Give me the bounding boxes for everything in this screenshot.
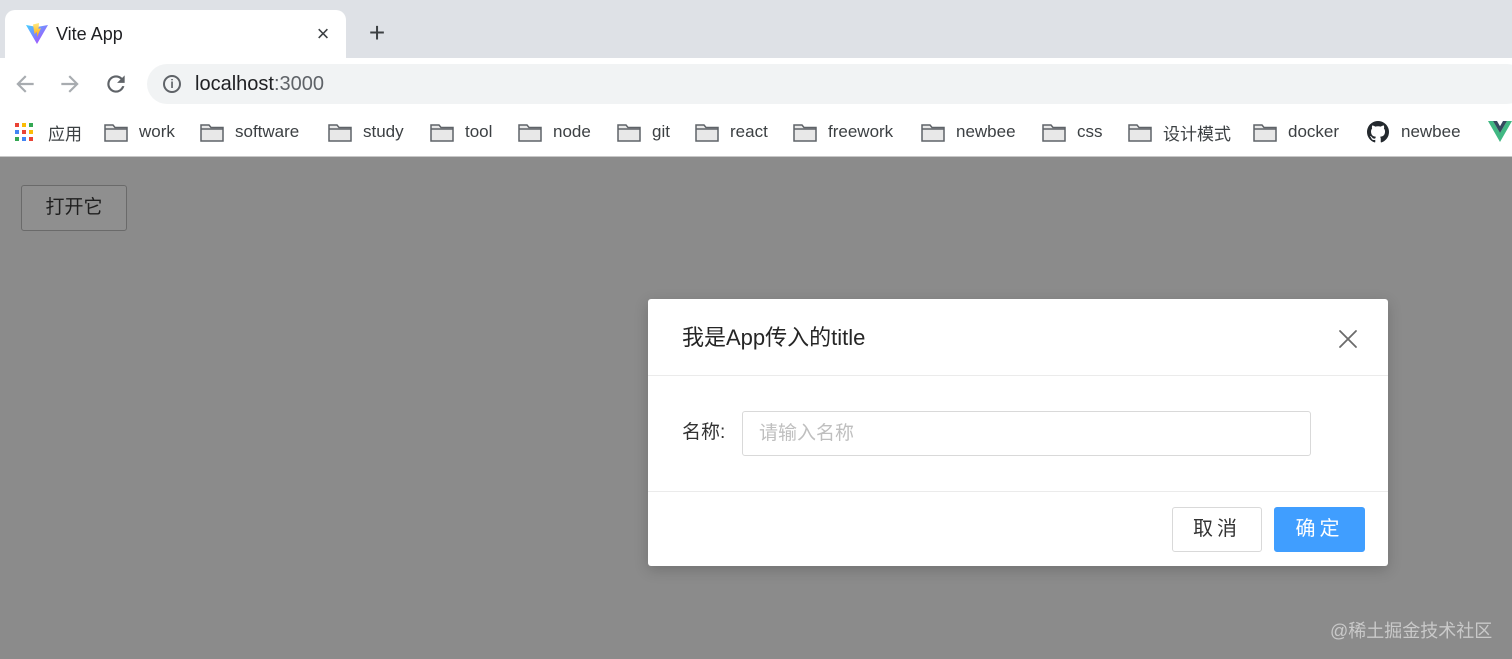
bookmark-label: docker xyxy=(1288,122,1340,141)
forward-arrow-icon[interactable] xyxy=(57,71,83,97)
bookmark-label: software xyxy=(235,122,300,141)
bookmark-folder-tool[interactable]: tool xyxy=(430,108,492,156)
tab-strip: Vite App × + xyxy=(0,0,1512,58)
modal-dialog: 我是App传入的title 名称: 取消 确定 xyxy=(648,299,1388,566)
back-arrow-icon[interactable] xyxy=(12,71,38,97)
browser-tab[interactable]: Vite App × xyxy=(5,10,346,58)
folder-icon xyxy=(1042,123,1066,142)
bookmark-folder-work[interactable]: work xyxy=(104,108,175,156)
modal-footer: 取消 确定 xyxy=(648,491,1388,566)
bookmark-label: tool xyxy=(465,122,493,141)
github-icon xyxy=(1367,121,1389,143)
name-input[interactable] xyxy=(742,411,1311,456)
modal-body: 名称: xyxy=(648,376,1388,491)
url-port: :3000 xyxy=(273,73,324,95)
new-tab-icon[interactable]: + xyxy=(364,19,390,47)
vue-logo-icon xyxy=(1488,121,1512,142)
bookmark-apps[interactable]: 应用 xyxy=(15,108,82,156)
folder-icon xyxy=(617,123,641,142)
tab-title: Vite App xyxy=(56,24,123,44)
bookmark-folder-git[interactable]: git xyxy=(617,108,670,156)
folder-icon xyxy=(518,123,542,142)
bookmark-label: node xyxy=(553,122,591,141)
bookmark-vue[interactable] xyxy=(1488,108,1512,156)
vite-logo-icon xyxy=(26,23,48,44)
folder-icon xyxy=(793,123,817,142)
modal-header: 我是App传入的title xyxy=(648,299,1388,376)
bookmark-folder-newbee[interactable]: newbee xyxy=(921,108,1016,156)
bookmark-folder-css[interactable]: css xyxy=(1042,108,1103,156)
site-info-icon[interactable]: i xyxy=(163,75,181,93)
folder-icon xyxy=(695,123,719,142)
close-icon[interactable] xyxy=(1336,327,1360,351)
bookmark-label: css xyxy=(1077,122,1103,141)
name-field-label: 名称: xyxy=(682,422,726,443)
apps-grid-icon xyxy=(15,123,33,141)
bookmark-label: newbee xyxy=(1401,122,1461,141)
modal-title: 我是App传入的title xyxy=(682,325,866,350)
url-host: localhost xyxy=(195,73,274,95)
folder-icon xyxy=(328,123,352,142)
folder-icon xyxy=(921,123,945,142)
tab-close-icon[interactable]: × xyxy=(312,23,334,45)
bookmark-label: newbee xyxy=(956,122,1016,141)
bookmark-folder-design-patterns[interactable]: 设计模式 xyxy=(1128,108,1231,156)
folder-icon xyxy=(200,123,224,142)
bookmark-label: 设计模式 xyxy=(1163,124,1231,144)
folder-icon xyxy=(1128,123,1152,142)
bookmark-folder-react[interactable]: react xyxy=(695,108,768,156)
reload-icon[interactable] xyxy=(103,71,129,97)
bookmark-label: work xyxy=(139,122,175,141)
open-modal-button[interactable]: 打开它 xyxy=(21,185,127,231)
bookmark-label: 应用 xyxy=(48,124,82,144)
folder-icon xyxy=(430,123,454,142)
confirm-button[interactable]: 确定 xyxy=(1274,507,1365,552)
bookmark-folder-software[interactable]: software xyxy=(200,108,299,156)
bookmarks-bar: 应用 work software study tool node git rea… xyxy=(0,108,1512,157)
bookmark-github-newbee[interactable]: newbee xyxy=(1367,108,1461,156)
bookmark-folder-node[interactable]: node xyxy=(518,108,591,156)
browser-toolbar: i localhost:3000 xyxy=(0,58,1512,108)
bookmark-folder-freework[interactable]: freework xyxy=(793,108,893,156)
cancel-button[interactable]: 取消 xyxy=(1172,507,1262,552)
bookmark-folder-study[interactable]: study xyxy=(328,108,404,156)
bookmark-label: study xyxy=(363,122,404,141)
bookmark-folder-docker[interactable]: docker xyxy=(1253,108,1339,156)
folder-icon xyxy=(1253,123,1277,142)
folder-icon xyxy=(104,123,128,142)
watermark: @稀土掘金技术社区 xyxy=(1330,621,1493,641)
bookmark-label: freework xyxy=(828,122,894,141)
bookmark-label: git xyxy=(652,122,670,141)
bookmark-label: react xyxy=(730,122,768,141)
address-bar[interactable]: i localhost:3000 xyxy=(147,64,1512,104)
url-text[interactable]: localhost:3000 xyxy=(195,72,324,96)
